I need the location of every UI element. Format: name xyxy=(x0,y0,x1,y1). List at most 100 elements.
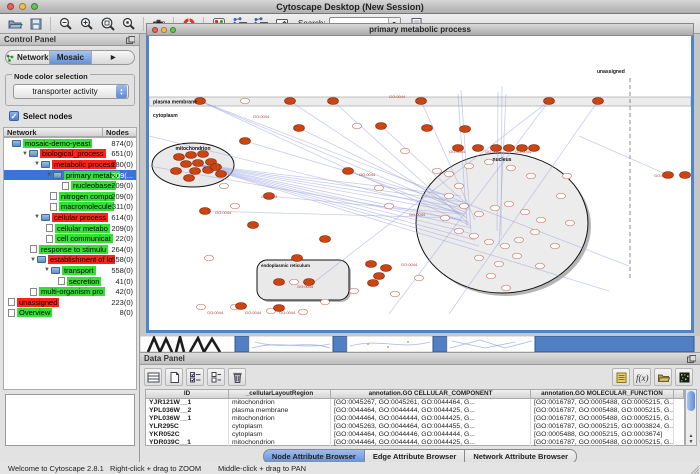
tree-column-network[interactable]: Network xyxy=(3,127,103,137)
birdseye-view[interactable] xyxy=(5,394,135,446)
new-attribute-button[interactable] xyxy=(165,368,183,386)
zoom-selected-button[interactable] xyxy=(97,15,118,33)
network-node[interactable] xyxy=(294,125,305,132)
network-node[interactable] xyxy=(505,201,514,207)
select-attributes-button[interactable] xyxy=(186,368,204,386)
network-node[interactable] xyxy=(220,183,229,189)
network-node[interactable] xyxy=(350,288,359,294)
scrollbar-arrows[interactable]: ▲▼ xyxy=(686,433,696,445)
expander-icon[interactable]: ▼ xyxy=(44,267,50,273)
network-node[interactable] xyxy=(531,229,540,235)
network-node[interactable] xyxy=(231,203,240,209)
table-row[interactable]: YPL036W__2plasma membrane[GO:0044464, GO… xyxy=(146,407,684,415)
column-header[interactable]: _cellularLayoutRegion xyxy=(229,390,331,399)
network-node[interactable] xyxy=(536,263,545,269)
network-node[interactable] xyxy=(375,185,384,191)
net-minimize-button[interactable] xyxy=(161,27,167,33)
network-node[interactable] xyxy=(385,203,394,209)
float-panel-icon[interactable] xyxy=(687,355,696,363)
tree-row[interactable]: response to stimulu264(0) xyxy=(4,244,136,255)
tab-network[interactable]: Network xyxy=(6,51,50,64)
tree-row[interactable]: cell communicat22(0) xyxy=(4,233,136,244)
network-node[interactable] xyxy=(184,175,195,182)
network-node[interactable] xyxy=(551,243,560,249)
expander-icon[interactable]: ▼ xyxy=(34,161,40,167)
function-builder-button[interactable]: f(x) xyxy=(633,368,651,386)
network-node[interactable] xyxy=(181,161,192,168)
minimize-button[interactable] xyxy=(19,3,26,10)
select-nodes-checkbox[interactable]: ✓ xyxy=(9,111,19,121)
unselect-attributes-button[interactable] xyxy=(207,368,225,386)
network-node[interactable] xyxy=(502,285,511,291)
network-node[interactable] xyxy=(507,165,516,171)
attribute-table-button[interactable] xyxy=(144,368,162,386)
attribute-editor-button[interactable] xyxy=(612,368,630,386)
tree-column-nodes[interactable]: Nodes xyxy=(103,127,137,137)
network-node[interactable] xyxy=(441,215,450,221)
tree-row[interactable]: cellular metabo209(0) xyxy=(4,223,136,234)
network-node[interactable] xyxy=(460,203,469,209)
expander-icon[interactable]: ▼ xyxy=(34,214,40,220)
network-node[interactable] xyxy=(544,98,555,105)
network-node[interactable] xyxy=(211,164,222,171)
network-node[interactable] xyxy=(205,255,214,261)
network-node[interactable] xyxy=(422,125,433,132)
node-color-dropdown[interactable]: transporter activity ▲▼ xyxy=(13,84,129,99)
network-node[interactable] xyxy=(475,211,484,217)
network-node[interactable] xyxy=(460,126,471,133)
network-node[interactable] xyxy=(415,275,424,281)
network-node[interactable] xyxy=(416,98,427,105)
network-node[interactable] xyxy=(593,98,604,105)
network-node[interactable] xyxy=(501,243,510,249)
network-node[interactable] xyxy=(465,163,474,169)
zoom-actual-button[interactable] xyxy=(118,15,139,33)
network-node[interactable] xyxy=(186,152,197,159)
network-node[interactable] xyxy=(353,123,362,129)
network-node[interactable] xyxy=(495,261,504,267)
network-node[interactable] xyxy=(171,168,182,175)
tree-row[interactable]: multi-organism pro42(0) xyxy=(4,286,136,297)
network-node[interactable] xyxy=(515,237,524,243)
column-header[interactable]: ID xyxy=(146,390,229,399)
table-row[interactable]: YJR121W__1mitochondrion[GO:0045267, GO:0… xyxy=(146,399,684,407)
delete-attribute-button[interactable] xyxy=(228,368,246,386)
net-close-button[interactable] xyxy=(152,27,158,33)
network-node[interactable] xyxy=(274,279,285,286)
tree-row[interactable]: nitrogen compo209(0) xyxy=(4,191,136,202)
table-row[interactable]: YKR052Ccytoplasm[GO:0044464, GO:0044446,… xyxy=(146,431,684,439)
table-vertical-scrollbar[interactable]: ▲▼ xyxy=(685,389,697,446)
tree-row[interactable]: ▼transport558(0) xyxy=(4,265,136,276)
network-node[interactable] xyxy=(381,265,392,272)
tree-row[interactable]: ▼biological_process651(0) xyxy=(4,149,136,160)
tree-row[interactable]: Overview8(0) xyxy=(4,308,136,319)
expander-icon[interactable]: ▼ xyxy=(22,151,28,157)
network-node[interactable] xyxy=(328,98,339,105)
tree-row[interactable]: macromolecule311(0) xyxy=(4,202,136,213)
network-node[interactable] xyxy=(537,217,546,223)
import-attributes-button2[interactable] xyxy=(654,368,672,386)
network-node[interactable] xyxy=(321,299,330,305)
network-window-titlebar[interactable]: primary metabolic process xyxy=(146,23,694,36)
network-node[interactable] xyxy=(563,173,572,179)
network-node[interactable] xyxy=(491,205,500,211)
network-node[interactable] xyxy=(236,303,247,310)
tree-row[interactable]: secretion41(0) xyxy=(4,276,136,287)
column-header[interactable]: annotation.GO CELLULAR_COMPONENT xyxy=(331,390,531,399)
network-node[interactable] xyxy=(200,208,211,215)
zoom-in-button[interactable] xyxy=(76,15,97,33)
network-node[interactable] xyxy=(401,148,410,154)
network-node[interactable] xyxy=(680,172,691,179)
network-node[interactable] xyxy=(190,168,201,175)
zoom-out-button[interactable] xyxy=(55,15,76,33)
scrollbar-thumb[interactable] xyxy=(687,391,695,411)
tree-row[interactable]: ▼primary metabo209(... xyxy=(4,170,136,181)
table-row[interactable]: YPL036W__1mitochondrion[GO:0044464, GO:0… xyxy=(146,415,684,423)
column-header[interactable]: annotation.GO MOLECULAR_FUNCTION xyxy=(531,390,674,399)
network-node[interactable] xyxy=(391,291,400,297)
tree-row[interactable]: ▼establishment of lo558(0) xyxy=(4,255,136,266)
attribute-matrix-button[interactable] xyxy=(675,368,693,386)
expander-icon[interactable]: ▼ xyxy=(46,172,52,178)
expander-icon[interactable]: ▼ xyxy=(30,257,36,263)
network-node[interactable] xyxy=(470,233,479,239)
tree-row[interactable]: ▼cellular process614(0) xyxy=(4,212,136,223)
